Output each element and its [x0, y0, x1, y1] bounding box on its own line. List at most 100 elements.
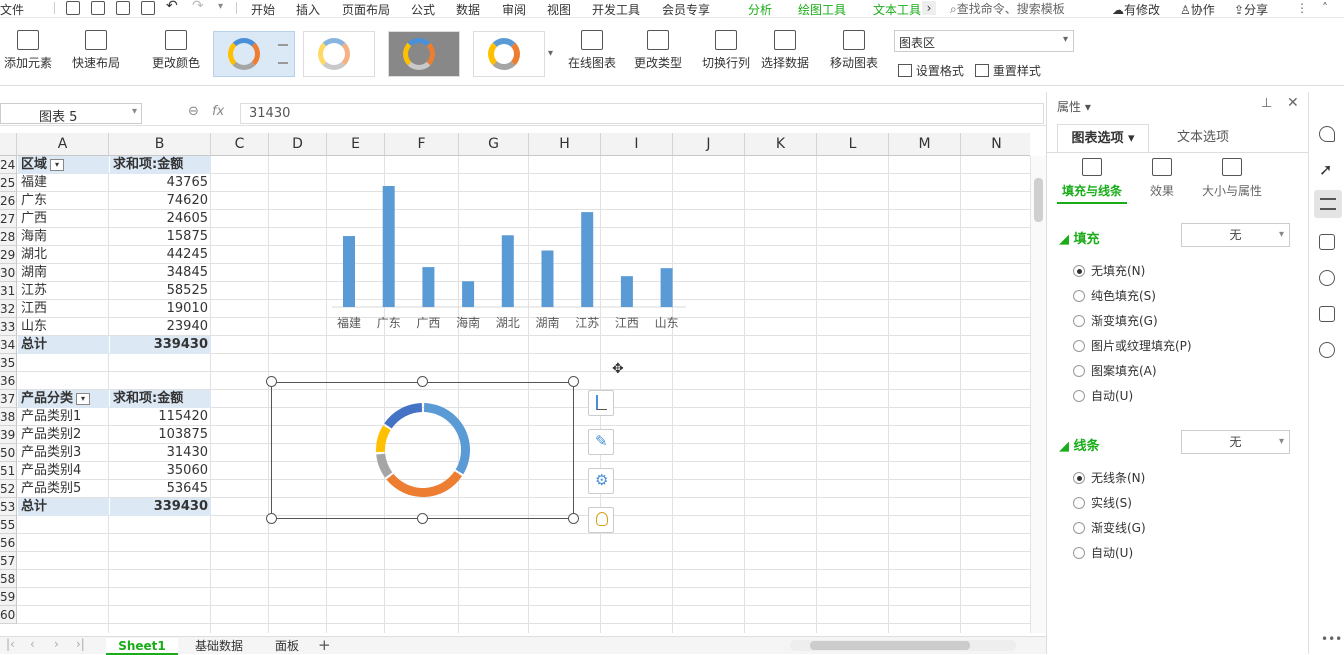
pivot-row-value[interactable]: 35060: [110, 462, 211, 480]
resize-handle-t[interactable]: [417, 376, 428, 387]
chart-filter-button[interactable]: ⚙: [588, 468, 614, 494]
pivot-region-total-value[interactable]: 339430: [110, 336, 211, 354]
row-header[interactable]: 33: [0, 318, 17, 336]
pivot-row-value[interactable]: 23940: [110, 318, 211, 336]
pivot-row-value[interactable]: 43765: [110, 174, 211, 192]
collapse-icon[interactable]: ˄: [1322, 1, 1328, 15]
change-type-button[interactable]: 更改类型: [630, 30, 686, 71]
pivot-product-total-label[interactable]: 总计: [18, 498, 109, 516]
tab-formula[interactable]: 公式: [411, 1, 435, 18]
bar-6[interactable]: [581, 212, 594, 307]
quick-layout-button[interactable]: 快速布局: [64, 30, 128, 71]
vertical-scrollbar[interactable]: [1030, 156, 1046, 633]
formula-input[interactable]: 31430: [240, 103, 1044, 124]
prev-sheet-icon[interactable]: ‹: [30, 637, 35, 651]
pivot-row-label[interactable]: 湖北: [18, 246, 109, 264]
more-icon[interactable]: ⋮: [1296, 1, 1308, 15]
reset-style-button[interactable]: 重置样式: [975, 62, 1041, 79]
subtab-size[interactable]: 大小与属性: [1197, 158, 1267, 199]
row-header[interactable]: 51: [0, 462, 17, 480]
bar-4[interactable]: [501, 235, 514, 307]
donut-slice-0[interactable]: [423, 403, 470, 475]
line-section-header[interactable]: ◢ 线条: [1059, 435, 1100, 454]
tab-text-options[interactable]: 文本选项: [1157, 124, 1249, 152]
save-icon[interactable]: [66, 1, 80, 15]
row-header[interactable]: 32: [0, 300, 17, 318]
row-header[interactable]: 35: [0, 354, 17, 372]
row-header[interactable]: 60: [0, 606, 17, 624]
move-chart-button[interactable]: 移动图表: [827, 30, 881, 71]
donut-slice-2[interactable]: [376, 453, 393, 478]
select-data-button[interactable]: 选择数据: [758, 30, 812, 71]
pivot-row-label[interactable]: 湖南: [18, 264, 109, 282]
change-color-button[interactable]: 更改颜色: [144, 30, 208, 71]
chart-element-select[interactable]: 图表区: [894, 30, 1074, 52]
subtab-fill-line[interactable]: 填充与线条: [1057, 158, 1127, 204]
command-search[interactable]: ⌕查找命令、搜索模板: [950, 0, 1065, 17]
row-header[interactable]: 31: [0, 282, 17, 300]
chart-style-4[interactable]: [473, 31, 545, 77]
set-format-button[interactable]: 设置格式: [898, 62, 964, 79]
pivot-row-label[interactable]: 江苏: [18, 282, 109, 300]
switch-rowcol-button[interactable]: 切换行列: [700, 30, 752, 71]
pivot-row-value[interactable]: 24605: [110, 210, 211, 228]
export-icon[interactable]: [91, 1, 105, 15]
resize-handle-tl[interactable]: [266, 376, 277, 387]
tabs-scroll-right-icon[interactable]: ›: [922, 1, 936, 15]
tab-text-tools[interactable]: 文本工具: [873, 1, 921, 18]
transform-icon[interactable]: [1319, 234, 1335, 250]
bar-5[interactable]: [541, 250, 554, 307]
column-header-n[interactable]: N: [961, 133, 1030, 156]
cursor-icon[interactable]: ➚: [1319, 162, 1335, 178]
pivot-row-label[interactable]: 产品类别4: [18, 462, 109, 480]
tab-member[interactable]: 会员专享: [662, 1, 710, 18]
pivot-row-label[interactable]: 广东: [18, 192, 109, 210]
properties-rail-button[interactable]: [1314, 190, 1342, 218]
print-preview-icon[interactable]: [141, 1, 155, 15]
column-header-h[interactable]: H: [529, 133, 601, 156]
bar-0[interactable]: [343, 236, 355, 307]
pivot-row-label[interactable]: 广西: [18, 210, 109, 228]
online-chart-button[interactable]: 在线图表: [562, 30, 622, 71]
product-donut-chart[interactable]: [271, 382, 574, 519]
row-header[interactable]: 57: [0, 552, 17, 570]
panel-title[interactable]: 属性 ▾: [1057, 98, 1091, 115]
add-element-button[interactable]: 添加元素: [0, 30, 56, 71]
row-header[interactable]: 56: [0, 534, 17, 552]
pivot-product-total-value[interactable]: 339430: [110, 498, 211, 516]
chart-style-button[interactable]: ✎: [588, 429, 614, 455]
sheet-tab-base-data[interactable]: 基础数据: [182, 638, 256, 655]
radio-option[interactable]: 实线(S): [1073, 494, 1132, 511]
pivot-row-label[interactable]: 产品类别2: [18, 426, 109, 444]
tab-developer[interactable]: 开发工具: [592, 1, 640, 18]
subtab-effect[interactable]: 效果: [1127, 158, 1197, 199]
row-header[interactable]: 36: [0, 372, 17, 390]
tab-data[interactable]: 数据: [456, 1, 480, 18]
column-header-m[interactable]: M: [889, 133, 961, 156]
radio-option[interactable]: 图片或纹理填充(P): [1073, 337, 1192, 354]
row-header[interactable]: 59: [0, 588, 17, 606]
chart-style-2[interactable]: [303, 31, 375, 77]
bar-2[interactable]: [422, 267, 435, 307]
pivot-row-label[interactable]: 产品类别5: [18, 480, 109, 498]
column-header-e[interactable]: E: [327, 133, 385, 156]
fill-section-header[interactable]: ◢ 填充: [1059, 228, 1100, 247]
sheet-tab-panel[interactable]: 面板: [260, 638, 314, 655]
pivot-row-value[interactable]: 44245: [110, 246, 211, 264]
tab-chart-options[interactable]: 图表选项 ▾: [1057, 124, 1149, 152]
column-header-j[interactable]: J: [673, 133, 745, 156]
resize-handle-br[interactable]: [568, 513, 579, 524]
undo-icon[interactable]: ↶: [166, 0, 178, 14]
pivot-row-value[interactable]: 19010: [110, 300, 211, 318]
pivot-region-header[interactable]: 区域 ▾: [18, 156, 109, 174]
pivot-row-value[interactable]: 53645: [110, 480, 211, 498]
collab-button[interactable]: ♙协作: [1180, 1, 1215, 18]
chart-style-1[interactable]: [213, 31, 295, 77]
pin-icon[interactable]: ⊥: [1261, 96, 1272, 111]
pivot-region-total-label[interactable]: 总计: [18, 336, 109, 354]
fill-dropdown[interactable]: 无: [1181, 223, 1290, 247]
pivot-row-value[interactable]: 115420: [110, 408, 211, 426]
pivot-row-value[interactable]: 58525: [110, 282, 211, 300]
radio-option[interactable]: 无线条(N): [1073, 469, 1145, 486]
pivot-row-label[interactable]: 产品类别3: [18, 444, 109, 462]
